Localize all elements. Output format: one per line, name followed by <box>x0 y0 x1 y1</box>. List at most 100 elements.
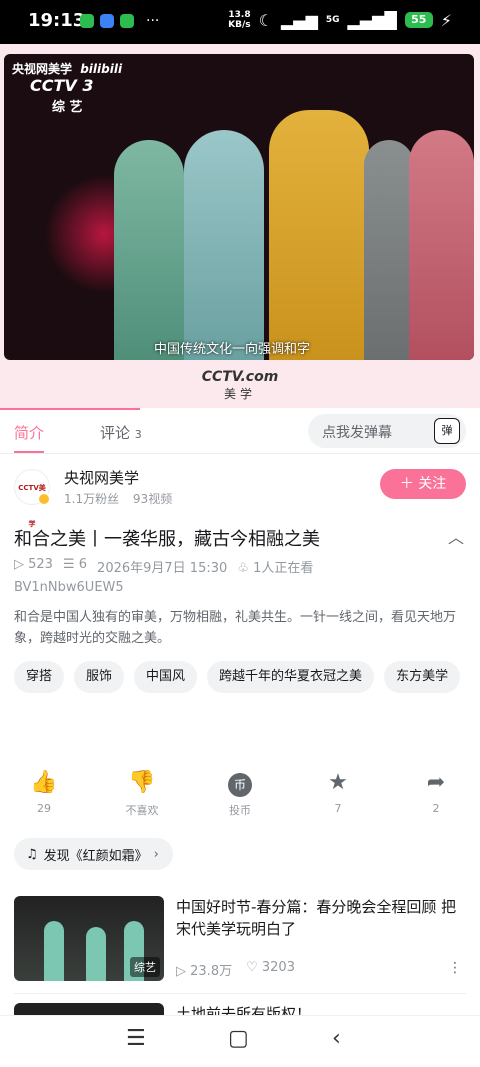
back-icon[interactable]: ‹ <box>332 1026 341 1051</box>
status-time: 19:13 <box>28 10 86 31</box>
uploader-stats: 1.1万粉丝 93视频 <box>64 490 172 507</box>
footer-name: 美学 <box>223 386 256 401</box>
divider <box>14 993 466 994</box>
dislike-label: 不喜欢 <box>125 804 159 817</box>
coin-button[interactable]: 币 投币 <box>210 768 270 824</box>
moon-icon: ☾ <box>258 10 273 30</box>
heart-icon: ♡ <box>246 960 258 975</box>
likes-stat: ♡ 3203 <box>246 960 295 979</box>
action-bar: 👍 29 👎 不喜欢 币 投币 ★ 7 ➦ 2 <box>14 768 466 824</box>
video-player[interactable]: 央视网美学 bilibili CCTV 3 综 艺 中国传统文化一向强调和字 C… <box>0 44 480 408</box>
chevron-up-icon[interactable]: ︿ <box>448 524 464 548</box>
active-tab-underline <box>14 451 44 453</box>
comments-count: 3 <box>134 428 142 441</box>
danmaku-stat: ☰ 6 <box>63 557 87 576</box>
tag-list: 穿搭 服饰 中国风 跨越千年的华夏衣冠之美 东方美学 <box>14 661 466 693</box>
play-icon: ▷ <box>176 964 186 979</box>
danmaku-icon: ☰ <box>62 557 75 572</box>
app-root: 19:13 ··· 13.8 KB/s ☾ ▂▄▆ 5G ▂▄▆█ 55 ⚡ 央… <box>0 0 480 1067</box>
wechat-icon <box>80 14 94 28</box>
performer <box>184 130 264 360</box>
watermark-site: bilibili <box>80 62 123 76</box>
music-note-icon: ♫ <box>26 846 38 862</box>
home-icon[interactable]: ▢ <box>228 1026 249 1051</box>
share-button[interactable]: ➦ 2 <box>406 768 466 824</box>
app-icon <box>120 14 134 28</box>
menu-icon[interactable]: ☰ <box>126 1026 146 1051</box>
verified-badge-icon <box>38 493 50 505</box>
music-chip[interactable]: ♫ 发现《红颜如霜》 › <box>14 838 173 870</box>
video-description: 和合是中国人独有的审美，万物相融，礼美共生。一针一线之间，看见天地万象，跨越时光… <box>14 610 457 646</box>
views-stat: ▷ 523 <box>14 557 53 576</box>
status-bar: 19:13 ··· 13.8 KB/s ☾ ▂▄▆ 5G ▂▄▆█ 55 ⚡ <box>0 0 480 44</box>
views-count: 523 <box>28 557 53 572</box>
video-meta: ▷ 523 ☰ 6 2026年9月7日 15:30 ♧ 1人正在看 <box>14 557 313 576</box>
publish-date: 2026年9月7日 15:30 <box>97 561 228 576</box>
dancer-figure <box>44 921 64 981</box>
signal-icon: ▂▄▆ <box>280 10 318 30</box>
performer <box>364 140 414 360</box>
tab-comments[interactable]: 评论 3 <box>100 422 142 443</box>
battery-level: 55 <box>404 12 433 28</box>
uploader-fans: 1.1万粉丝 <box>64 492 120 506</box>
coin-label: 投币 <box>229 804 251 817</box>
share-icon: ➦ <box>426 770 446 795</box>
recommended-thumbnail[interactable] <box>14 1003 164 1015</box>
danmaku-count: 6 <box>78 557 88 572</box>
star-icon: ★ <box>328 770 348 795</box>
charging-icon: ⚡ <box>440 10 452 30</box>
danmu-toggle-icon[interactable]: 弹 <box>434 418 460 444</box>
video-footer: CCTV.com 美学 <box>0 362 480 408</box>
plus-icon: ＋ <box>399 476 414 492</box>
recommended-item[interactable]: 综艺 中国好时节-春分篇：春分晚会全程回顾 把宋代美学玩明白了 ▷ 23.8万 … <box>14 896 466 982</box>
recommended-title[interactable]: 中国好时节-春分篇：春分晚会全程回顾 把宋代美学玩明白了 <box>176 896 466 940</box>
like-button[interactable]: 👍 29 <box>14 768 74 824</box>
more-notifications-icon: ··· <box>146 13 160 29</box>
uploader-videos: 93视频 <box>132 492 173 506</box>
coin-glyph: 币 <box>228 773 252 797</box>
follow-label: 关注 <box>418 476 447 492</box>
danmu-placeholder: 点我发弹幕 <box>322 425 392 441</box>
more-options-icon[interactable]: ⋮ <box>448 960 462 976</box>
tag-item[interactable]: 东方美学 <box>384 661 461 693</box>
progress-indicator <box>0 408 140 410</box>
music-label: 发现《红颜如霜》 <box>43 848 148 864</box>
tag-item[interactable]: 服饰 <box>74 661 125 693</box>
follow-button[interactable]: ＋ 关注 <box>380 469 466 499</box>
cctv-logo: CCTV 3 <box>30 76 94 95</box>
video-frame[interactable]: 央视网美学 bilibili CCTV 3 综 艺 中国传统文化一向强调和字 <box>4 54 474 360</box>
watermark-channel: 央视网美学 <box>12 62 73 76</box>
message-icon <box>100 14 114 28</box>
tab-intro[interactable]: 简介 <box>14 422 44 443</box>
tag-item[interactable]: 跨越千年的华夏衣冠之美 <box>207 661 375 693</box>
favorite-button[interactable]: ★ 7 <box>308 768 368 824</box>
bvid: BV1nNbw6UEW5 <box>14 580 124 595</box>
watching-count: 1人正在看 <box>253 561 314 576</box>
tag-item[interactable]: 穿搭 <box>14 661 65 693</box>
favorite-count: 7 <box>334 802 342 815</box>
play-icon: ▷ <box>14 557 24 572</box>
recommended-title[interactable]: 土地前去所有版权！ <box>176 1003 311 1015</box>
thumbs-down-icon: 👎 <box>128 770 156 795</box>
people-icon: ♧ <box>237 561 249 576</box>
like-count: 29 <box>37 802 51 815</box>
speed-value: 13.8 <box>228 10 251 20</box>
signal-icon-2: ▂▄▆█ <box>347 10 397 30</box>
dislike-button[interactable]: 👎 不喜欢 <box>112 768 172 824</box>
recommended-likes: 3203 <box>261 960 295 975</box>
status-right: 13.8 KB/s ☾ ▂▄▆ 5G ▂▄▆█ 55 ⚡ <box>228 10 452 30</box>
uploader-card[interactable]: CCTV美学 央视网美学 1.1万粉丝 93视频 ＋ 关注 <box>14 465 466 528</box>
recommended-item[interactable]: 土地前去所有版权！ <box>14 1003 466 1015</box>
tag-item[interactable]: 中国风 <box>134 661 198 693</box>
share-count: 2 <box>432 802 440 815</box>
category-badge: 综艺 <box>130 957 160 977</box>
uploader-name[interactable]: 央视网美学 <box>64 467 139 488</box>
thumbs-up-icon: 👍 <box>30 770 58 795</box>
views-stat: ▷ 23.8万 <box>176 960 232 979</box>
recommended-thumbnail[interactable]: 综艺 <box>14 896 164 981</box>
cctv-sub: 综 艺 <box>52 100 83 115</box>
footer-logo: CCTV.com <box>201 368 279 385</box>
video-subtitle: 中国传统文化一向强调和字 <box>154 342 311 357</box>
danmu-input[interactable]: 点我发弹幕 弹 <box>308 414 466 448</box>
network-speed: 13.8 KB/s <box>228 10 250 30</box>
